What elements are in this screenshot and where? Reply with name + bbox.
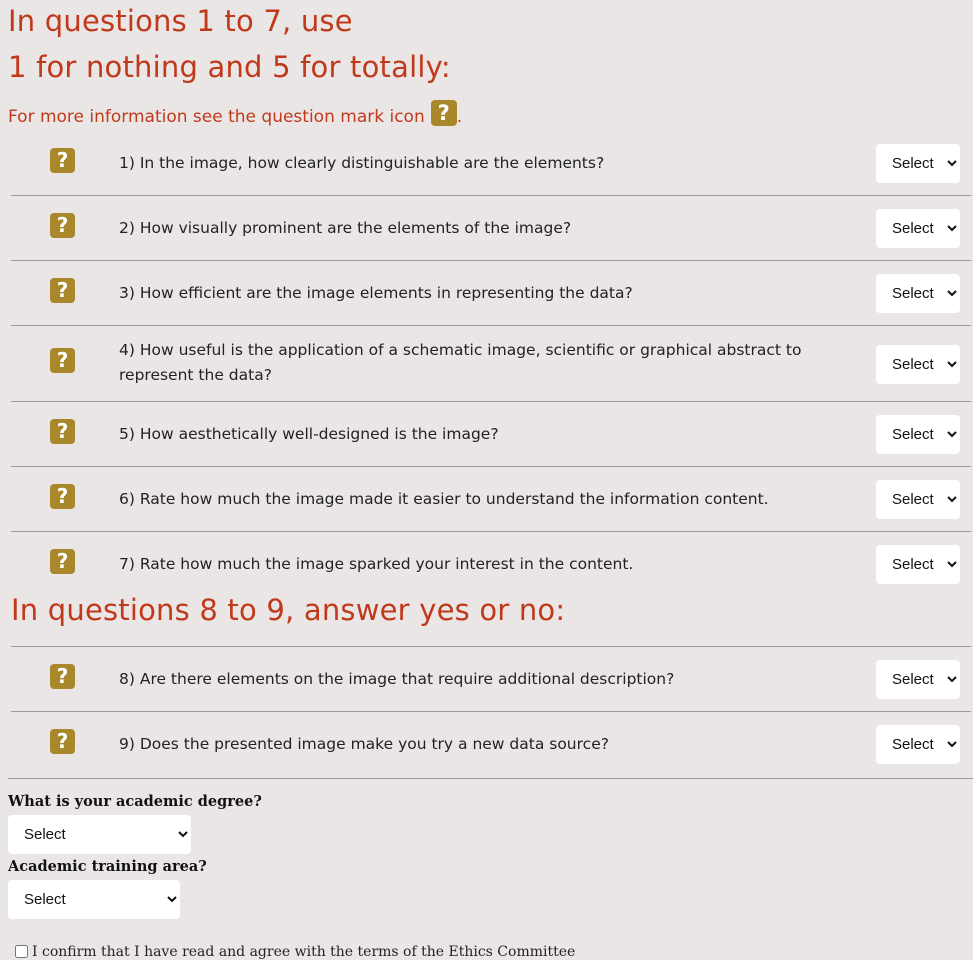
question-2-select[interactable]: Select	[876, 209, 960, 248]
divider	[11, 325, 971, 326]
divider	[11, 260, 971, 261]
question-row-6: ? 6) Rate how much the image made it eas…	[11, 480, 971, 520]
question-6-select[interactable]: Select	[876, 480, 960, 519]
divider	[11, 531, 971, 532]
question-text: 1) In the image, how clearly distinguish…	[119, 154, 605, 172]
ethics-consent-checkbox[interactable]	[15, 945, 28, 958]
divider	[8, 778, 973, 779]
section-yes-no-heading: In questions 8 to 9, answer yes or no:	[11, 593, 566, 627]
question-1-select[interactable]: Select	[876, 144, 960, 183]
question-text: 2) How visually prominent are the elemen…	[119, 219, 572, 237]
help-question-mark-icon[interactable]: ?	[50, 484, 75, 509]
help-question-mark-icon[interactable]: ?	[50, 213, 75, 238]
question-text: 8) Are there elements on the image that …	[119, 670, 675, 688]
question-5-select[interactable]: Select	[876, 415, 960, 454]
academic-degree-select[interactable]: Select	[8, 815, 191, 854]
help-question-mark-icon[interactable]: ?	[50, 348, 75, 373]
help-question-mark-icon[interactable]: ?	[50, 148, 75, 173]
help-question-mark-icon[interactable]: ?	[50, 278, 75, 303]
instructions-heading-line1: In questions 1 to 7, use	[8, 4, 353, 38]
question-text: 4) How useful is the application of a sc…	[119, 341, 802, 384]
question-row-8: ? 8) Are there elements on the image tha…	[11, 660, 971, 700]
question-text: 3) How efficient are the image elements …	[119, 284, 633, 302]
help-question-mark-icon[interactable]: ?	[50, 729, 75, 754]
question-8-select[interactable]: Select	[876, 660, 960, 699]
question-text: 7) Rate how much the image sparked your …	[119, 555, 634, 573]
question-text: 5) How aesthetically well-designed is th…	[119, 425, 499, 443]
info-note: For more information see the question ma…	[8, 100, 462, 134]
divider	[11, 646, 971, 647]
question-9-select[interactable]: Select	[876, 725, 960, 764]
question-row-7: ? 7) Rate how much the image sparked you…	[11, 545, 971, 585]
help-question-mark-icon[interactable]: ?	[50, 549, 75, 574]
divider	[11, 466, 971, 467]
info-note-suffix: .	[456, 107, 463, 127]
help-question-mark-icon[interactable]: ?	[50, 419, 75, 444]
question-row-4: ? 4) How useful is the application of a …	[11, 338, 971, 392]
question-3-select[interactable]: Select	[876, 274, 960, 313]
question-row-3: ? 3) How efficient are the image element…	[11, 274, 971, 314]
divider	[11, 195, 971, 196]
divider	[11, 401, 971, 402]
training-area-select[interactable]: Select	[8, 880, 180, 919]
question-row-5: ? 5) How aesthetically well-designed is …	[11, 415, 971, 455]
question-row-1: ? 1) In the image, how clearly distingui…	[11, 144, 971, 184]
question-row-9: ? 9) Does the presented image make you t…	[11, 725, 971, 765]
divider	[11, 711, 971, 712]
instructions-heading-line2: 1 for nothing and 5 for totally:	[8, 50, 451, 84]
info-note-text: For more information see the question ma…	[8, 107, 425, 127]
question-text: 9) Does the presented image make you try…	[119, 735, 609, 753]
question-text: 6) Rate how much the image made it easie…	[119, 490, 769, 508]
help-question-mark-icon[interactable]: ?	[50, 664, 75, 689]
academic-degree-label: What is your academic degree?	[8, 793, 262, 810]
question-7-select[interactable]: Select	[876, 545, 960, 584]
question-row-2: ? 2) How visually prominent are the elem…	[11, 209, 971, 249]
training-area-label: Academic training area?	[8, 858, 207, 875]
question-mark-icon: ?	[430, 100, 457, 126]
question-4-select[interactable]: Select	[876, 345, 960, 384]
